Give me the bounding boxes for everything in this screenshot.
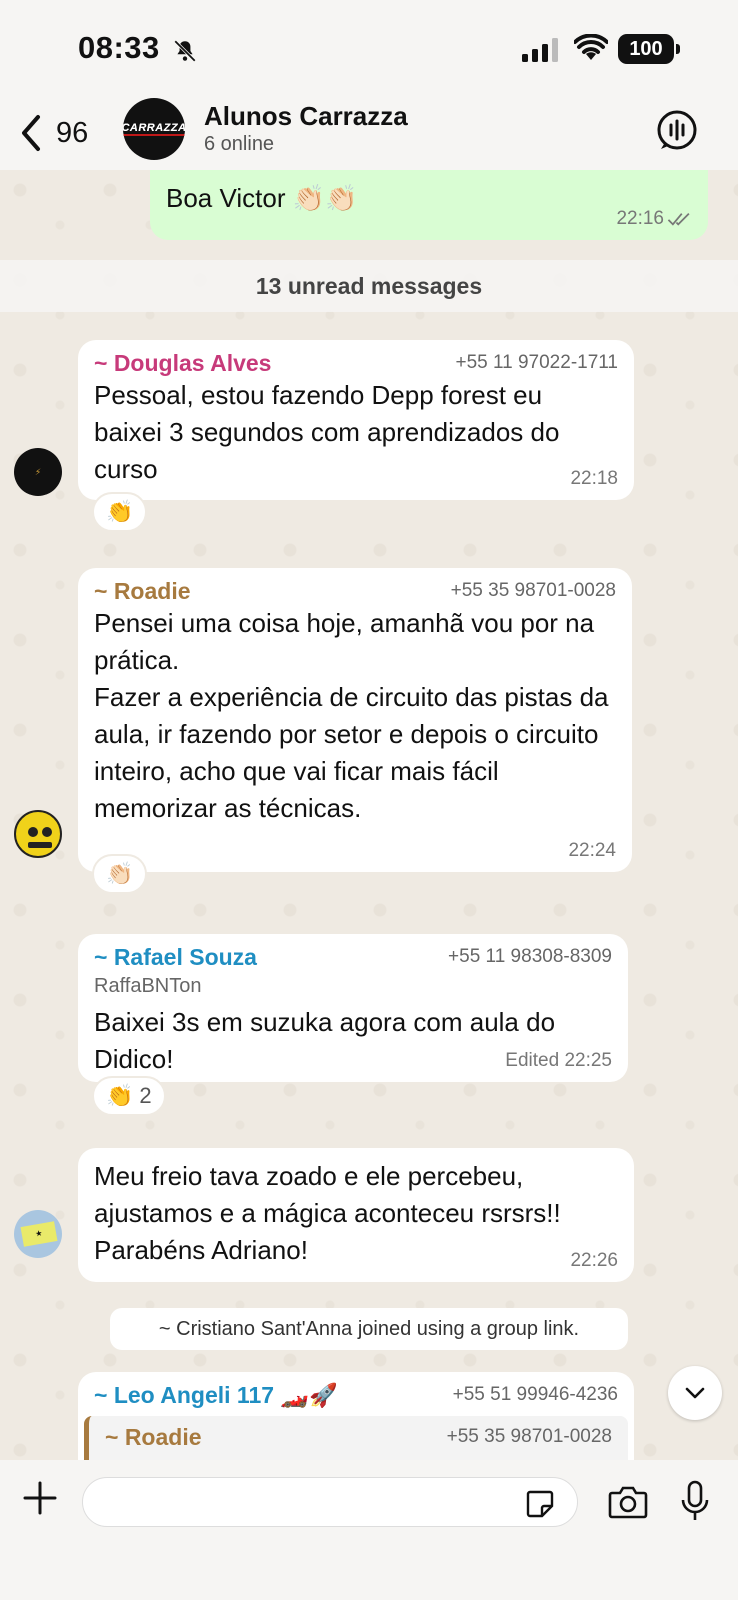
character-face-icon [28,827,52,848]
reaction-badge[interactable]: 👏 [92,492,148,532]
incoming-message[interactable]: ~ Roadie +55 35 98701-0028 Pensei uma co… [78,568,632,872]
wifi-icon [574,34,608,60]
unread-messages-divider: 13 unread messages [0,260,738,312]
unread-count: 96 [56,116,89,149]
composer-bar [0,1460,738,1600]
sender-phone: +55 35 98701-0028 [450,580,616,601]
chevron-down-icon [685,1387,705,1399]
cellular-signal-icon [522,38,558,62]
double-check-icon [667,213,690,226]
camera-icon[interactable] [608,1484,648,1520]
avatar[interactable]: ★ [14,1210,62,1258]
message-time: 22:16 [616,208,664,229]
avatar[interactable] [14,810,62,858]
scroll-to-bottom-button[interactable] [668,1366,722,1420]
sender-phone: +55 51 99946-4236 [452,1384,618,1405]
message-time: 22:24 [568,840,616,861]
reaction-emoji: 👏 [106,499,134,524]
reaction-badge[interactable]: 👏🏻 [92,854,148,894]
microphone-icon[interactable] [680,1480,710,1522]
reaction-count: 2 [139,1083,152,1108]
plus-icon[interactable] [22,1480,58,1516]
incoming-message[interactable]: Meu freio tava zoado e ele percebeu, aju… [78,1148,634,1282]
chat-header: 96 CARRAZZA Alunos Carrazza 6 online [0,95,738,170]
message-time: 22:18 [570,468,618,489]
message-time: Edited 22:25 [505,1050,612,1071]
avatar[interactable]: ⚡ [14,448,62,496]
reaction-emoji: 👏 [106,1083,134,1108]
group-avatar[interactable]: CARRAZZA [123,98,185,160]
sender-phone: +55 11 98308-8309 [448,946,612,967]
message-list[interactable]: Boa Victor 👏🏻👏🏻 22:16 13 unread messages… [0,170,738,1460]
battery-indicator: 100 [618,34,680,64]
group-logo: CARRAZZA [123,122,185,136]
status-time: 08:33 [78,30,160,65]
message-text: Pessoal, estou fazendo Depp forest eu ba… [94,380,560,484]
reaction-badge[interactable]: 👏 2 [92,1076,166,1116]
incoming-message[interactable]: ~ Rafael Souza +55 11 98308-8309 RaffaBN… [78,934,628,1082]
quoted-message[interactable]: ~ Roadie +55 35 98701-0028 [84,1416,628,1460]
status-bar: 08:33 100 [0,0,738,95]
sender-nickname: RaffaBNTon [94,975,202,997]
reaction-emoji: 👏🏻 [106,861,134,886]
bell-muted-icon [174,40,196,62]
message-text-line: Pensei uma coisa hoje, amanhã vou por na… [94,608,595,675]
system-message: ~ Cristiano Sant'Anna joined using a gro… [110,1308,628,1350]
chevron-left-icon [22,115,40,151]
voice-chat-icon[interactable] [656,109,698,151]
back-button[interactable]: 96 [18,111,98,155]
group-title[interactable]: Alunos Carrazza [204,101,408,132]
message-text: Meu freio tava zoado e ele percebeu, aju… [94,1161,561,1265]
message-input[interactable] [82,1477,578,1527]
message-time: 22:26 [570,1250,618,1271]
message-text-line: Fazer a experiência de circuito das pist… [94,682,609,823]
incoming-message[interactable]: ~ Douglas Alves +55 11 97022-1711 Pessoa… [78,340,634,500]
incoming-message[interactable]: ~ Leo Angeli 117 🏎️🚀 +55 51 99946-4236 ~… [78,1372,634,1460]
sticker-icon[interactable] [524,1488,556,1520]
message-text: Boa Victor 👏🏻👏🏻 [166,183,358,213]
sender-phone: +55 11 97022-1711 [455,352,618,373]
outgoing-message[interactable]: Boa Victor 👏🏻👏🏻 22:16 [150,170,708,240]
quoted-phone: +55 35 98701-0028 [446,1426,612,1447]
group-online-status: 6 online [204,133,275,155]
